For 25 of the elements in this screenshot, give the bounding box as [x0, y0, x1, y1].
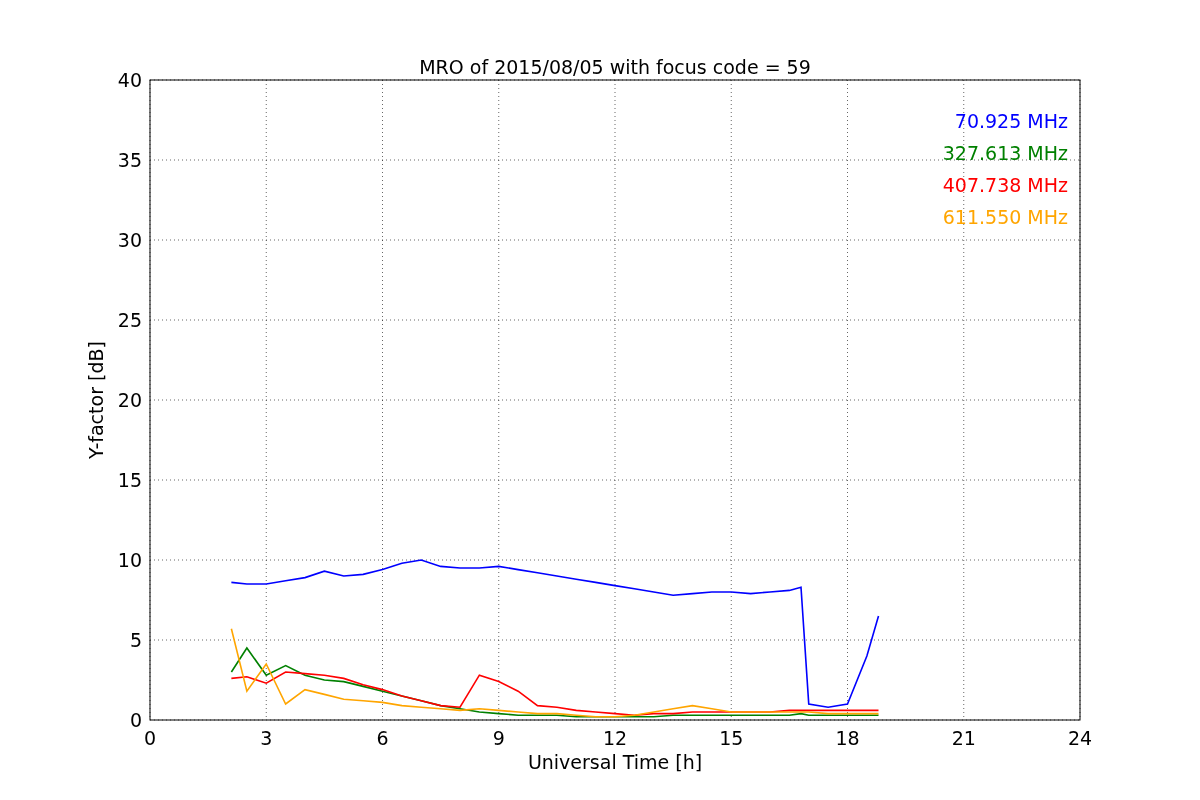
tick-label: 10	[117, 549, 142, 571]
tick-label: 20	[117, 389, 142, 411]
legend-label: 611.550 MHz	[942, 206, 1068, 228]
tick-label: 40	[117, 69, 142, 91]
tick-label: 35	[117, 149, 142, 171]
tick-label: 9	[492, 727, 505, 749]
tick-label: 12	[602, 727, 628, 749]
tick-label: 21	[951, 727, 976, 749]
tick-label: 24	[1067, 727, 1093, 749]
tick-label: 25	[117, 309, 142, 331]
tick-label: 30	[117, 229, 142, 251]
tick-label: 6	[376, 727, 389, 749]
tick-label: 18	[835, 727, 860, 749]
tick-label: 15	[719, 727, 744, 749]
tick-label: 0	[129, 709, 142, 731]
tick-label: 0	[143, 727, 157, 749]
y-axis-label: Y-factor [dB]	[85, 341, 107, 459]
legend-label: 70.925 MHz	[954, 110, 1068, 132]
tick-label: 15	[117, 469, 142, 491]
legend-label: 407.738 MHz	[942, 174, 1068, 196]
chart-title: MRO of 2015/08/05 with focus code = 59	[419, 56, 811, 78]
tick-label: 5	[129, 629, 142, 651]
x-axis-label: Universal Time [h]	[527, 751, 703, 773]
tick-label: 3	[260, 727, 273, 749]
legend-label: 327.613 MHz	[942, 142, 1068, 164]
